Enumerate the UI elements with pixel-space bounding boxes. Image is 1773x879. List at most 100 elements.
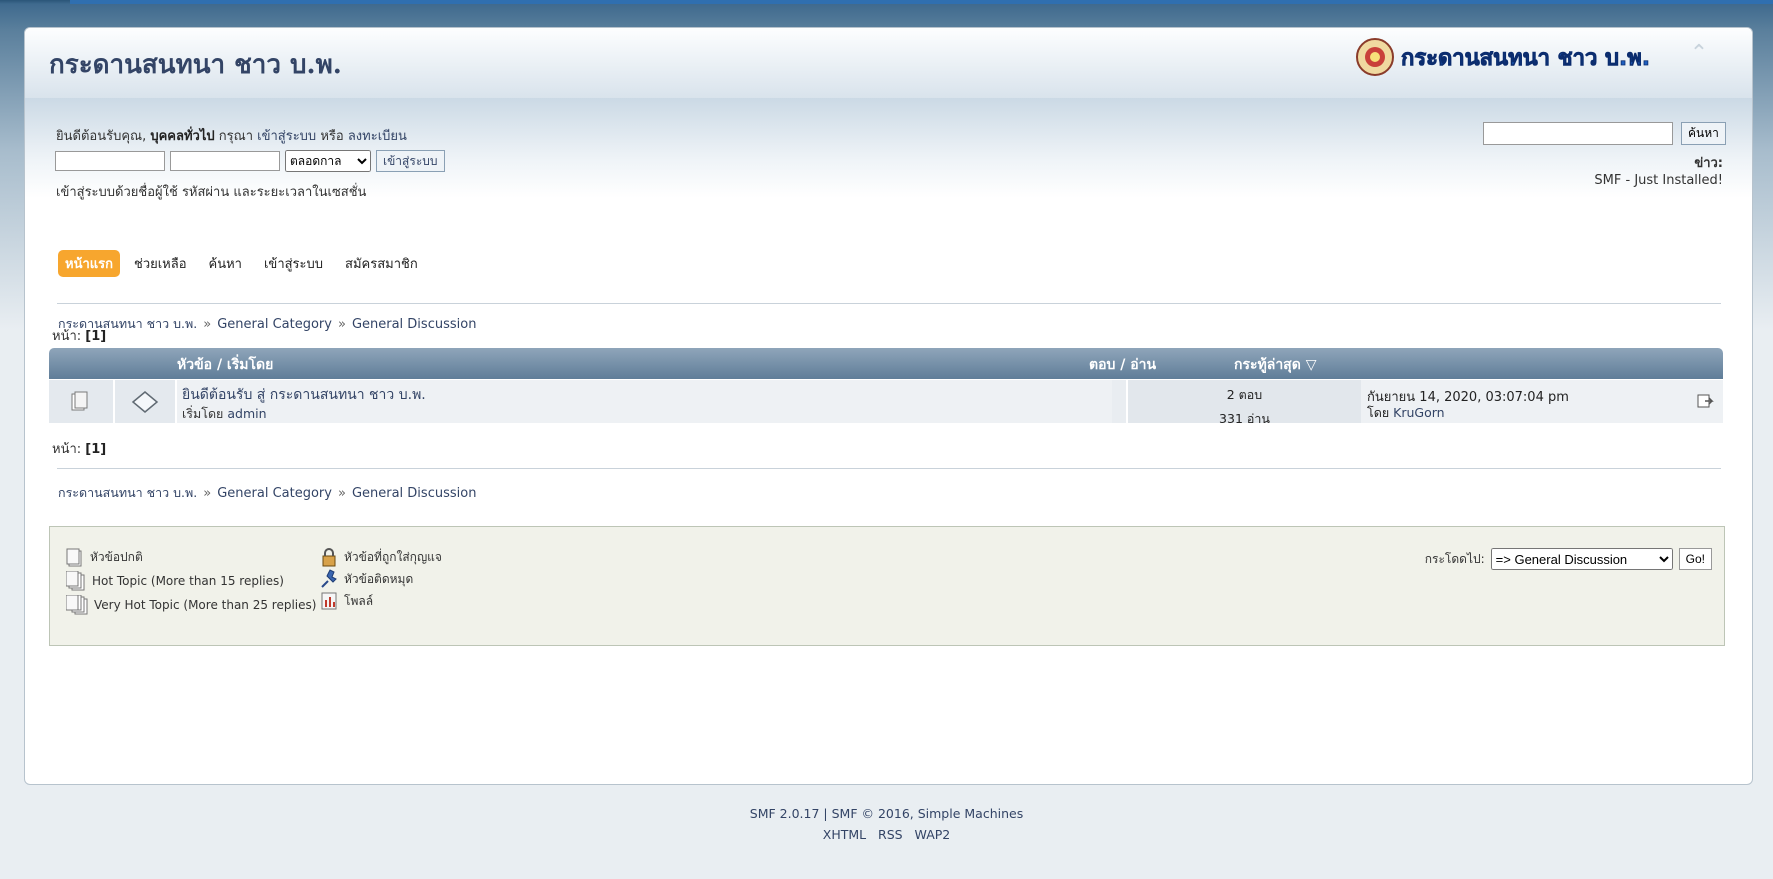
- guest-label: บุคคลทั่วไป: [150, 129, 215, 144]
- breadcrumb-home[interactable]: กระดานสนทนา ชาว บ.พ.: [58, 485, 197, 500]
- legend-very-hot: Very Hot Topic (More than 25 replies): [66, 595, 316, 615]
- normal-topic-icon: [66, 548, 82, 567]
- divider: [57, 468, 1721, 469]
- topic-table-header: หัวข้อ / เริ่มโดย ตอบ / อ่าน กระทู้ล่าสุ…: [49, 348, 1723, 379]
- breadcrumb-top: กระดานสนทนา ชาว บ.พ.» General Category» Ge…: [58, 314, 476, 334]
- current-page[interactable]: [1]: [85, 442, 106, 457]
- breadcrumb-board[interactable]: General Discussion: [352, 317, 477, 332]
- search-button[interactable]: ค้นหา: [1681, 122, 1726, 145]
- topic-icon-cell: [49, 380, 115, 423]
- go-button[interactable]: Go!: [1678, 548, 1712, 570]
- legend-normal: หัวข้อปกติ: [66, 547, 143, 567]
- last-by-label: โดย: [1367, 405, 1390, 420]
- smf-copyright-link[interactable]: SMF © 2016, Simple Machines: [832, 806, 1024, 821]
- legend-sticky: หัวข้อติดหมุด: [320, 569, 413, 589]
- register-link[interactable]: ลงทะเบียน: [348, 129, 407, 144]
- divider: [57, 303, 1721, 304]
- news-label: ข่าว:: [1694, 156, 1723, 171]
- legend-poll: โพลล์: [320, 591, 373, 611]
- started-by-label: เริ่มโดย: [182, 406, 224, 421]
- legend-locked-label: หัวข้อที่ถูกใส่กุญแจ: [344, 549, 442, 564]
- login-form: ตลอดกาล เข้าสู่ระบบ: [55, 150, 445, 172]
- session-length-select[interactable]: ตลอดกาล: [285, 150, 371, 172]
- smf-version-link[interactable]: SMF 2.0.17: [750, 806, 820, 821]
- jump-label: กระโดดไป:: [1424, 551, 1485, 566]
- pin-icon: [321, 569, 337, 588]
- footer-links: XHTML RSS WAP2: [0, 827, 1773, 842]
- very-hot-topic-icon: [66, 595, 88, 615]
- menu-help[interactable]: ช่วยเหลือ: [126, 250, 195, 277]
- legend-poll-label: โพลล์: [344, 593, 374, 608]
- starter-link[interactable]: admin: [227, 406, 266, 421]
- pagination-bottom: หน้า: [1]: [52, 438, 106, 459]
- pages-label: หน้า:: [52, 442, 82, 457]
- search-input[interactable]: [1483, 122, 1673, 145]
- last-poster-link[interactable]: KruGorn: [1393, 405, 1444, 420]
- breadcrumb-sep: »: [337, 486, 346, 501]
- replies-count: 2 ตอบ: [1226, 387, 1263, 402]
- col-subject[interactable]: หัวข้อ / เริ่มโดย: [177, 354, 273, 376]
- last-post-cell: กันยายน 14, 2020, 03:07:04 pm โดย KruGor…: [1361, 380, 1723, 423]
- news-box: ข่าว: SMF - Just Installed!: [1594, 152, 1723, 188]
- message-icon: [131, 391, 159, 413]
- col-last-label: กระทู้ล่าสุด: [1234, 357, 1301, 373]
- normal-topic-icon: [71, 391, 88, 411]
- legend-normal-label: หัวข้อปกติ: [90, 549, 143, 564]
- hot-topic-icon: [66, 571, 85, 591]
- legend-hot: Hot Topic (More than 15 replies): [66, 571, 284, 591]
- username-input[interactable]: [55, 151, 165, 171]
- poll-icon: [321, 592, 337, 610]
- col-last-post[interactable]: กระทู้ล่าสุด ▽: [1234, 354, 1316, 376]
- breadcrumb-category[interactable]: General Category: [217, 317, 332, 332]
- col-stats[interactable]: ตอบ / อ่าน: [1089, 354, 1156, 376]
- menu-register[interactable]: สมัครสมาชิก: [337, 250, 426, 277]
- footer-copyright: SMF 2.0.17 | SMF © 2016, Simple Machines: [0, 806, 1773, 821]
- lock-icon: [322, 548, 336, 567]
- top-accent-line: [70, 0, 1773, 4]
- footer-sep: |: [823, 806, 828, 821]
- breadcrumb-category[interactable]: General Category: [217, 486, 332, 501]
- forum-logo[interactable]: กระดานสนทนา ชาว บ.พ.: [1353, 35, 1693, 79]
- header: กระดานสนทนา ชาว บ.พ. กระดานสนทนา ชาว บ.พ…: [25, 28, 1752, 98]
- forum-title[interactable]: กระดานสนทนา ชาว บ.พ.: [49, 44, 342, 85]
- legend-very-hot-label: Very Hot Topic (More than 25 replies): [94, 598, 317, 612]
- topic-starter: เริ่มโดย admin: [182, 404, 267, 424]
- menu-search[interactable]: ค้นหา: [201, 250, 250, 277]
- menu-home[interactable]: หน้าแรก: [58, 250, 120, 277]
- jump-select[interactable]: => General Discussion: [1490, 548, 1673, 570]
- breadcrumb-sep: »: [203, 486, 212, 501]
- main-menu: หน้าแรก ช่วยเหลือ ค้นหา เข้าสู่ระบบ สมัค…: [58, 250, 426, 277]
- last-post-by: โดย KruGorn: [1367, 403, 1445, 423]
- legend-sticky-label: หัวข้อติดหมุด: [344, 571, 414, 586]
- rss-link[interactable]: RSS: [878, 827, 903, 842]
- message-icon-cell: [115, 380, 177, 423]
- news-text: SMF - Just Installed!: [1594, 173, 1723, 188]
- or-text: หรือ: [320, 129, 344, 144]
- please-text: กรุณา: [218, 129, 253, 144]
- menu-login[interactable]: เข้าสู่ระบบ: [256, 250, 331, 277]
- breadcrumb-bottom: กระดานสนทนา ชาว บ.พ. » General Category » Ge…: [58, 483, 476, 503]
- welcome-prefix: ยินดีต้อนรับคุณ,: [56, 129, 147, 144]
- views-count: 331 อ่าน: [1219, 411, 1270, 426]
- jump-to: กระโดดไป: => General Discussion Go!: [1425, 548, 1712, 570]
- table-row: ยินดีต้อนรับ สู่ กระดานสนทนา ชาว บ.พ. เร…: [49, 380, 1723, 426]
- logo-text: กระดานสนทนา ชาว บ.พ.: [1401, 46, 1650, 71]
- pages-label: หน้า:: [52, 329, 82, 344]
- stats-cell: 2 ตอบ 331 อ่าน: [1126, 380, 1363, 426]
- main-container: กระดานสนทนา ชาว บ.พ. กระดานสนทนา ชาว บ.พ…: [24, 27, 1753, 785]
- breadcrumb-board[interactable]: General Discussion: [352, 486, 477, 501]
- last-post-icon[interactable]: [1697, 392, 1715, 410]
- topic-title-link[interactable]: ยินดีต้อนรับ สู่ กระดานสนทนา ชาว บ.พ.: [182, 384, 426, 406]
- login-link[interactable]: เข้าสู่ระบบ: [257, 129, 316, 144]
- legend-hot-label: Hot Topic (More than 15 replies): [92, 574, 284, 588]
- login-hint: เข้าสู่ระบบด้วยชื่อผู้ใช้ รหัสผ่าน และระ…: [56, 185, 367, 200]
- legend-locked: หัวข้อที่ถูกใส่กุญแจ: [320, 547, 442, 567]
- password-input[interactable]: [170, 151, 280, 171]
- collapse-header-icon[interactable]: ⌃: [1687, 42, 1711, 66]
- xhtml-link[interactable]: XHTML: [823, 827, 866, 842]
- legend-panel: หัวข้อปกติ Hot Topic (More than 15 repli…: [49, 526, 1725, 646]
- current-page[interactable]: [1]: [85, 329, 106, 344]
- wap2-link[interactable]: WAP2: [915, 827, 951, 842]
- login-button[interactable]: เข้าสู่ระบบ: [376, 150, 445, 172]
- breadcrumb-sep: »: [337, 317, 346, 332]
